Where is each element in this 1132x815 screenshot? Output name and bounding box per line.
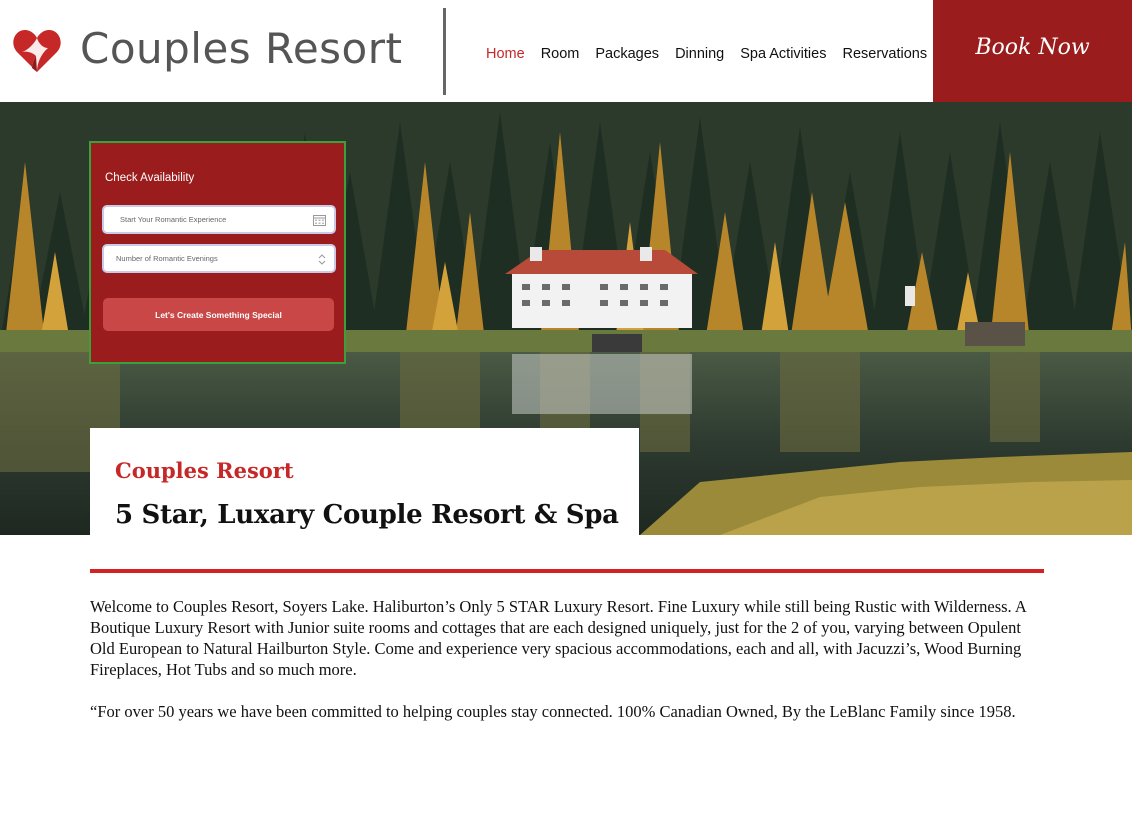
nav-dinning[interactable]: Dinning [675,46,724,62]
date-field[interactable] [102,205,336,234]
heart-logo-icon[interactable] [12,28,62,74]
brand-name[interactable]: Couples Resort [80,24,403,73]
section-divider [90,569,1044,573]
nav-room[interactable]: Room [541,46,580,62]
header-divider [443,8,446,95]
hero-title-card: Couples Resort 5 Star, Luxary Couple Res… [90,428,639,535]
check-availability-panel: Check Availability Let's Create Somethin… [89,141,346,364]
history-paragraph: “For over 50 years we have been committe… [90,702,1016,721]
nav-reservations[interactable]: Reservations [842,46,927,62]
intro-paragraph: Welcome to Couples Resort, Soyers Lake. … [90,597,1026,679]
site-header: Couples Resort Home Room Packages Dinnin… [0,0,1132,102]
date-input[interactable] [104,207,334,232]
stepper-icon[interactable] [318,253,326,266]
check-availability-title: Check Availability [105,172,195,184]
create-something-special-button[interactable]: Let's Create Something Special [103,298,334,331]
nav-spa-activities[interactable]: Spa Activities [740,46,826,62]
resort-tagline: 5 Star, Luxary Couple Resort & Spa [115,500,619,530]
nights-field[interactable] [102,244,336,273]
intro-text: Welcome to Couples Resort, Soyers Lake. … [90,596,1046,743]
nights-input[interactable] [104,246,334,271]
book-now-button[interactable]: Book Now [933,0,1132,102]
resort-name-heading: Couples Resort [115,458,294,483]
main-nav: Home Room Packages Dinning Spa Activitie… [486,46,943,62]
nav-home[interactable]: Home [486,46,525,62]
nav-packages[interactable]: Packages [595,46,659,62]
calendar-icon[interactable] [313,214,326,226]
